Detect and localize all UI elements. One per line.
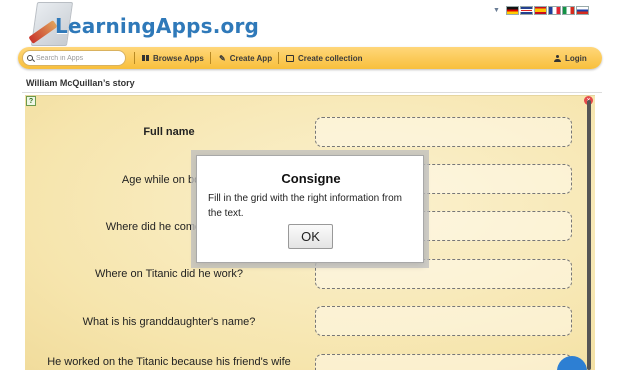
flag-ru-icon[interactable] xyxy=(575,6,589,15)
login-link[interactable]: Login xyxy=(554,47,587,69)
question-label: What is his granddaughter's name? xyxy=(82,316,256,328)
answer-field[interactable] xyxy=(315,259,572,289)
browse-apps-label: Browse Apps xyxy=(153,53,204,63)
question-label: He worked on the Titanic because his fri… xyxy=(47,356,291,368)
flag-gb-icon[interactable] xyxy=(519,6,533,15)
question-label: Where on Titanic did he work? xyxy=(95,268,243,280)
title-divider xyxy=(22,92,602,93)
nav-divider xyxy=(210,52,211,64)
login-label: Login xyxy=(565,53,587,63)
answer-field[interactable] xyxy=(315,354,572,370)
nav-divider xyxy=(278,52,279,64)
flag-it-icon[interactable] xyxy=(561,6,575,15)
browse-apps-link[interactable]: Browse Apps xyxy=(142,47,204,69)
answer-field[interactable] xyxy=(315,306,572,336)
create-collection-link[interactable]: Create collection xyxy=(286,47,362,69)
collection-icon xyxy=(286,54,294,62)
help-icon[interactable]: ? xyxy=(26,96,36,106)
flag-fr-icon[interactable] xyxy=(547,6,561,15)
question-label: Full name xyxy=(143,126,195,138)
logo-text: LearningApps.org xyxy=(55,14,260,38)
chevron-down-icon[interactable]: ▼ xyxy=(493,7,500,14)
page-title: William McQuillan’s story xyxy=(26,78,135,88)
learningapps-page: LearningApps.org ▼ Browse Apps ✎ Create … xyxy=(0,0,620,370)
logo[interactable]: LearningApps.org xyxy=(24,2,259,48)
nav-divider xyxy=(134,52,135,64)
grid-icon xyxy=(142,55,149,61)
create-app-link[interactable]: ✎ Create App xyxy=(219,47,272,69)
main-nav-bar: Browse Apps ✎ Create App Create collecti… xyxy=(18,47,602,69)
instructions-dialog: Consigne Fill in the grid with the right… xyxy=(196,155,424,263)
create-collection-label: Create collection xyxy=(298,53,363,63)
answer-field[interactable] xyxy=(315,117,572,147)
search-icon xyxy=(27,55,33,61)
dialog-text: Fill in the grid with the right informat… xyxy=(208,193,402,219)
pencil-icon: ✎ xyxy=(219,53,226,63)
search-input[interactable] xyxy=(36,54,122,62)
user-icon xyxy=(554,54,561,62)
scrollbar[interactable] xyxy=(587,100,591,370)
language-selector[interactable]: ▼ xyxy=(493,6,589,15)
flag-es-icon[interactable] xyxy=(533,6,547,15)
ok-button[interactable]: OK xyxy=(288,224,333,249)
search-box[interactable] xyxy=(22,50,126,66)
flag-de-icon[interactable] xyxy=(505,6,519,15)
create-app-label: Create App xyxy=(229,53,273,63)
dialog-title: Consigne xyxy=(281,171,341,186)
